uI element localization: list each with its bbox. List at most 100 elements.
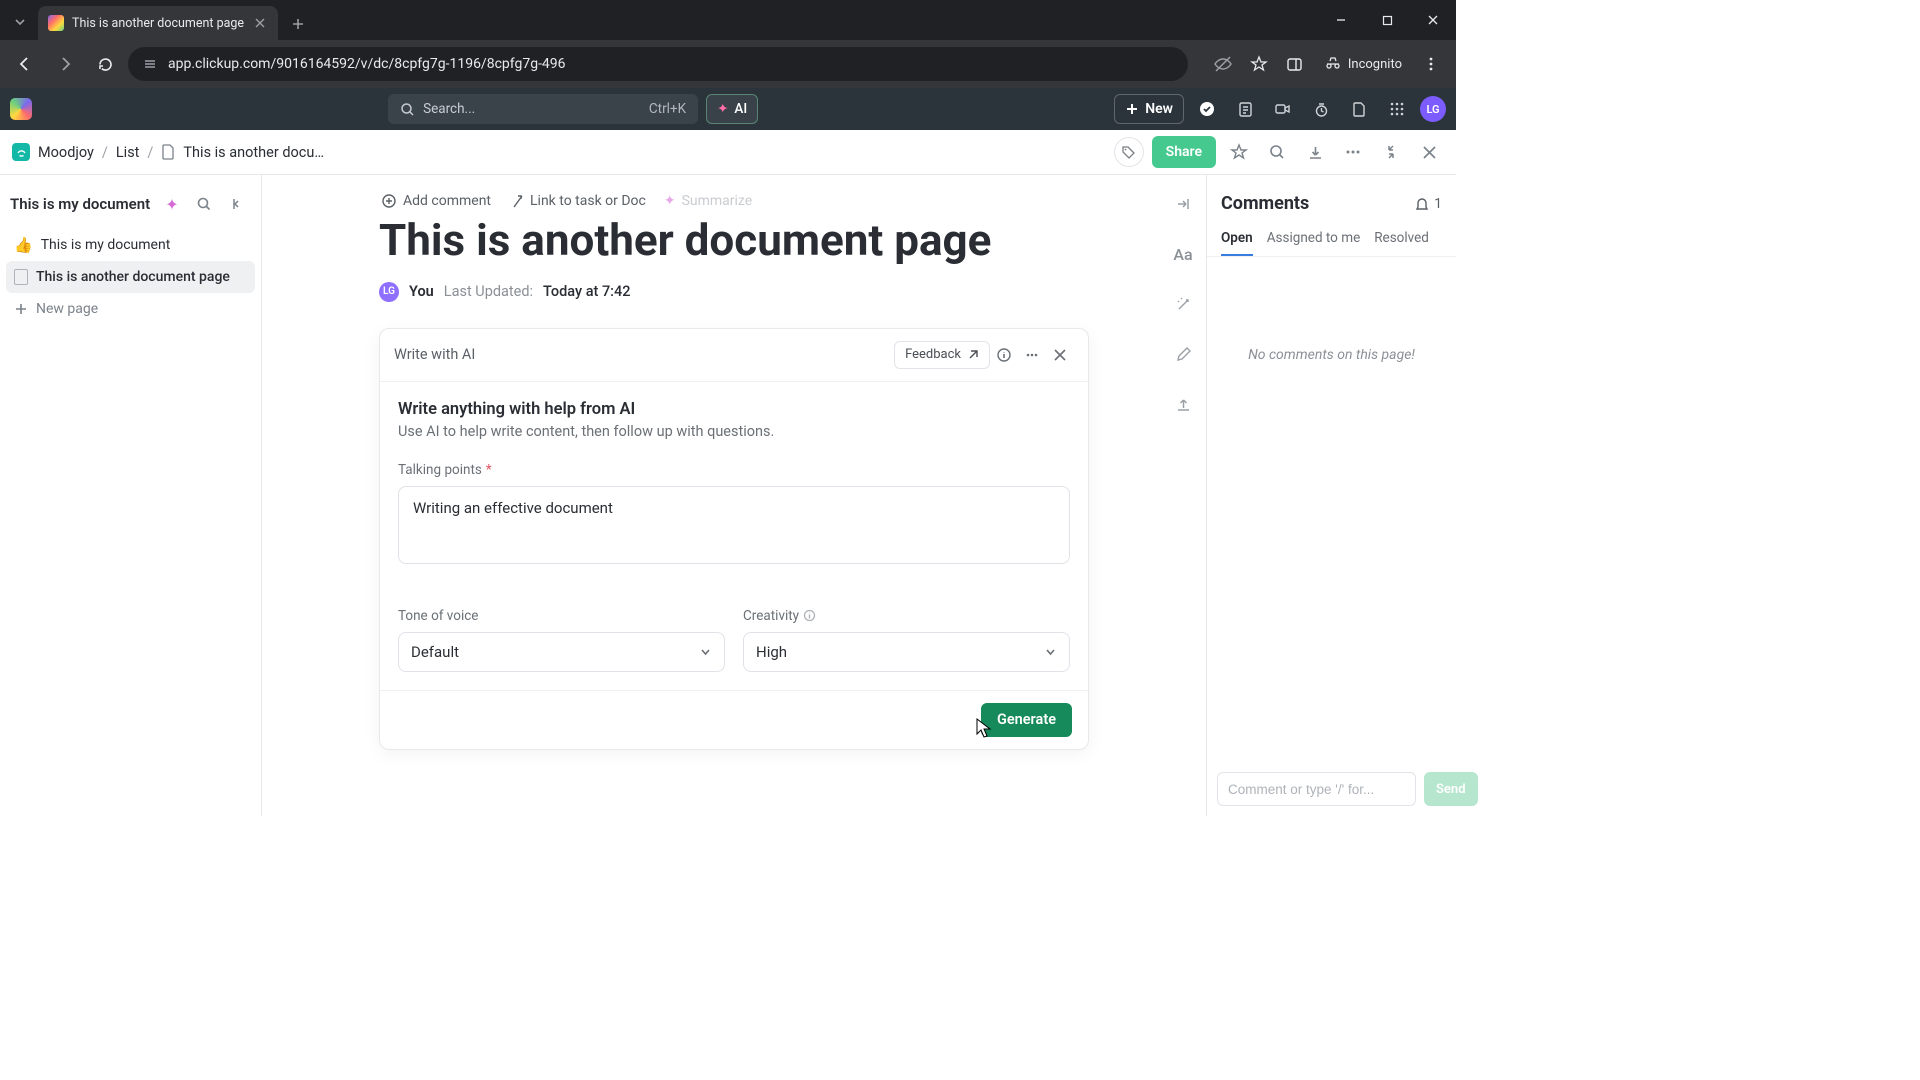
creativity-select[interactable]: High (743, 632, 1070, 672)
user-avatar[interactable]: LG (1420, 96, 1446, 122)
close-window-button[interactable] (1410, 0, 1456, 40)
window-controls (1318, 0, 1456, 40)
expand-rail-icon[interactable] (1168, 189, 1198, 219)
browser-menu-icon[interactable] (1414, 47, 1448, 81)
page-title[interactable]: This is another document page (379, 215, 1089, 266)
close-icon[interactable] (1046, 341, 1074, 369)
collapse-sidebar-icon[interactable] (223, 191, 249, 217)
sidebar-page-item[interactable]: This is another document page (6, 261, 255, 293)
tag-icon[interactable] (1114, 137, 1144, 167)
reload-button[interactable] (88, 47, 122, 81)
incognito-indicator[interactable]: Incognito (1314, 49, 1412, 79)
url-text: app.clickup.com/9016164592/v/dc/8cpfg7g-… (168, 56, 566, 72)
app-logo-icon[interactable] (10, 98, 32, 120)
creativity-label: Creativity (743, 608, 1070, 624)
chevron-down-icon (1044, 645, 1057, 658)
comments-panel: Comments 1 Open Assigned to me Resolved … (1206, 175, 1456, 816)
timer-icon[interactable] (1306, 94, 1336, 124)
tone-label: Tone of voice (398, 608, 725, 624)
browser-tab[interactable]: This is another document page (38, 6, 278, 40)
author-label: You (409, 283, 434, 300)
generate-button[interactable]: Generate (981, 703, 1072, 737)
doc-icon[interactable] (1344, 94, 1374, 124)
notepad-icon[interactable] (1230, 94, 1260, 124)
add-comment-action[interactable]: Add comment (381, 193, 491, 209)
talking-points-input[interactable] (398, 486, 1070, 564)
site-info-icon[interactable] (142, 56, 158, 72)
minimize-button[interactable] (1318, 0, 1364, 40)
chevron-down-icon (699, 645, 712, 658)
global-search[interactable]: Search... Ctrl+K (388, 94, 698, 124)
share-button[interactable]: Share (1152, 136, 1216, 168)
tabs-dropdown[interactable] (6, 8, 34, 36)
summarize-action[interactable]: ✦ Summarize (664, 193, 752, 209)
notifications-button[interactable]: 1 (1414, 196, 1442, 212)
sidebar-page-item[interactable]: 👍 This is my document (6, 229, 255, 261)
workspace: This is my document ✦ 👍 This is my docum… (0, 175, 1456, 816)
search-icon[interactable] (191, 191, 217, 217)
ai-panel-title: Write with AI (394, 346, 475, 363)
back-button[interactable] (8, 47, 42, 81)
edit-icon[interactable] (1168, 339, 1198, 369)
bookmark-icon[interactable] (1242, 47, 1276, 81)
download-icon[interactable] (1300, 137, 1330, 167)
upload-icon[interactable] (1168, 389, 1198, 419)
ai-heading: Write anything with help from AI (398, 400, 1070, 419)
author-avatar[interactable]: LG (379, 282, 399, 302)
document-area: Aa Add comment Link to task or Doc ✦ Sum… (262, 175, 1206, 816)
crumb-workspace[interactable]: Moodjoy (38, 144, 94, 161)
eye-off-icon[interactable] (1206, 47, 1240, 81)
apps-grid-icon[interactable] (1382, 94, 1412, 124)
tab-strip: This is another document page (0, 0, 1456, 40)
right-rail: Aa (1168, 189, 1198, 419)
search-kbd: Ctrl+K (649, 101, 686, 117)
close-panel-icon[interactable] (1414, 137, 1444, 167)
video-icon[interactable] (1268, 94, 1298, 124)
close-icon[interactable] (252, 15, 268, 31)
new-button[interactable]: New (1114, 94, 1184, 124)
byline: LG You Last Updated: Today at 7:42 (379, 282, 1089, 302)
favicon-icon (48, 15, 64, 31)
wand-icon[interactable] (1168, 289, 1198, 319)
doc-quick-actions: Add comment Link to task or Doc ✦ Summar… (379, 193, 1089, 209)
crumb-page[interactable]: This is another docu… (183, 144, 324, 161)
tone-select[interactable]: Default (398, 632, 725, 672)
star-icon[interactable] (1224, 137, 1254, 167)
doc-small-icon (161, 144, 175, 160)
collapse-icon[interactable] (1376, 137, 1406, 167)
crumb-list[interactable]: List (116, 144, 140, 161)
page-icon (14, 269, 28, 285)
tab-title: This is another document page (72, 16, 244, 31)
link-task-action[interactable]: Link to task or Doc (509, 193, 646, 209)
doc-root-title[interactable]: This is my document (10, 195, 153, 213)
comment-input[interactable] (1217, 772, 1416, 806)
tab-open[interactable]: Open (1221, 222, 1253, 256)
side-panel-icon[interactable] (1278, 47, 1312, 81)
browser-chrome: This is another document page app.clicku… (0, 0, 1456, 88)
ai-button[interactable]: ✦ AI (706, 94, 758, 124)
more-icon[interactable] (1018, 341, 1046, 369)
sparkle-icon[interactable]: ✦ (159, 191, 185, 217)
info-icon[interactable] (990, 341, 1018, 369)
tab-resolved[interactable]: Resolved (1374, 222, 1429, 256)
url-input[interactable]: app.clickup.com/9016164592/v/dc/8cpfg7g-… (128, 47, 1188, 81)
new-page-button[interactable]: New page (6, 293, 255, 325)
search-page-icon[interactable] (1262, 137, 1292, 167)
ai-subheading: Use AI to help write content, then follo… (398, 423, 1070, 440)
feedback-button[interactable]: Feedback (894, 341, 990, 369)
tab-assigned[interactable]: Assigned to me (1267, 222, 1361, 256)
send-button[interactable]: Send (1424, 772, 1478, 806)
typography-icon[interactable]: Aa (1168, 239, 1198, 269)
maximize-button[interactable] (1364, 0, 1410, 40)
info-icon[interactable] (803, 609, 816, 622)
incognito-icon (1324, 55, 1342, 73)
forward-button[interactable] (48, 47, 82, 81)
more-icon[interactable] (1338, 137, 1368, 167)
search-placeholder: Search... (423, 101, 475, 117)
breadcrumb-bar: Moodjoy / List / This is another docu… S… (0, 130, 1456, 175)
new-tab-button[interactable] (284, 10, 312, 38)
updated-label: Last Updated: (444, 283, 533, 300)
check-circle-icon[interactable] (1192, 94, 1222, 124)
updated-value: Today at 7:42 (543, 283, 630, 300)
write-with-ai-panel: Write with AI Feedback Write anything wi… (379, 328, 1089, 750)
